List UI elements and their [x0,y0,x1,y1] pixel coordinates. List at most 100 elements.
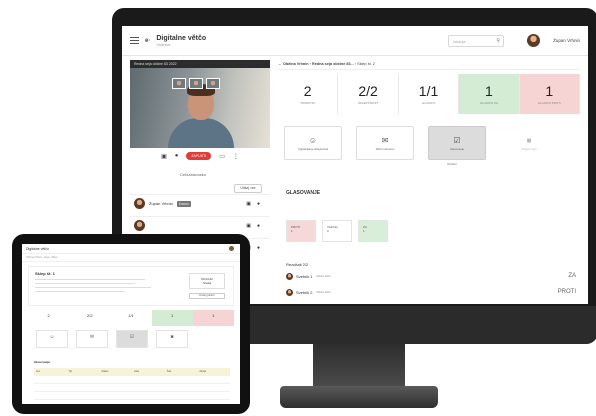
camera-mic-icons[interactable]: ▣● [246,223,266,229]
table-header-cell: Akcija [199,370,207,373]
participant-name: Župan Vrhnin [149,201,173,206]
tablet-app-title: Digitalne větčo [26,246,49,251]
tablet-voting-title: Glasovanje [34,360,51,364]
mute-all-button[interactable]: Utišaj vse [234,184,262,193]
hamburger-icon[interactable] [130,37,139,44]
stat-label: Glasovi ZA [480,101,498,105]
stat-label: Sklepčnost [358,101,379,105]
stat-value: 1/1 [418,83,439,99]
mic-icon[interactable]: ● [175,153,179,159]
monitor-neck [313,344,405,386]
quorum-check-button[interactable]: ☺ Ugotavljanje sklepčnosti [284,126,342,160]
tablet-user-avatar[interactable] [229,246,234,251]
breadcrumb-current: Sklep št. 2 [357,62,375,66]
table-row[interactable] [34,392,230,400]
vote-result-row: Svetnik 2 Redni član PROTI [286,286,576,298]
tablet-resolution-card: Sklep št. 1 09.04.22 Sreda Dodaj gradivo [28,266,234,306]
table-header-cell: Ime [36,370,41,373]
camera-icon[interactable]: ▣ [161,153,167,160]
video-title: Redna seja občine 83 2022 [130,60,270,68]
chat-icon: ✉ [89,334,95,340]
search-icon[interactable]: ⚲ [496,38,500,44]
user-avatar[interactable] [527,34,540,47]
screen-share-icon[interactable]: ▭ [219,153,225,160]
tablet-date-box: 09.04.22 Sreda [189,273,225,289]
tablet-add-material-button[interactable]: Dodaj gradivo [189,293,225,299]
action-label: Glasovanje [450,146,464,151]
breadcrumb-item[interactable]: Občina Vrhnin [283,62,309,66]
tablet-stat: 1 [192,310,235,326]
participant-avatar [134,198,145,209]
participant-row[interactable]: ▣● [130,216,270,234]
table-header-cell: Tip [68,370,73,373]
app-logo: e· [145,37,151,44]
start-discussion-button[interactable]: ✉ Začni razpravo [356,126,414,160]
video-call-panel: Redna seja občine 83 2022 [130,60,270,148]
stat-label: Glasovi PROTI [537,101,561,105]
voter-avatar [286,272,293,280]
person-icon: ☺ [49,334,55,340]
breadcrumb: ← Občina Vrhnin › Redna seja občine 83..… [278,60,580,70]
tablet-breadcrumb[interactable]: Občina Vrhnin › Seja › Sklep [22,254,240,262]
tablet-date-sub: Sreda [202,281,211,285]
results-heading: Rezultati 2/2 [286,262,309,267]
text-line [35,291,125,292]
end-call-button[interactable]: ZAPUSTI [186,152,212,160]
stat-present: 2 Prisotni [278,74,339,114]
tablet-card-title: Sklep št. 1 [35,271,55,276]
ballot-icon: ☑ [129,334,135,340]
table-row[interactable] [34,376,230,384]
stat-votes-against: 1 Glasovi PROTI [519,74,581,114]
chat-icon: ✉ [381,135,389,145]
text-line [35,283,135,284]
tablet-stat: 2/2 [87,313,93,318]
vote-value: ZA [568,273,576,279]
voter-name: Svetnik 2 [296,289,313,295]
tablet-stats-bar: 2 2/2 1/1 1 1 [28,310,235,326]
participant-thumbnail[interactable] [206,78,220,89]
action-buttons: ☺ Ugotavljanje sklepčnosti ✉ Začni razpr… [278,126,580,178]
table-row[interactable] [34,384,230,392]
vote-result-row: Svetnik 1 Redni član ZA [286,270,576,282]
breadcrumb-item[interactable]: Redna seja občine 83... [312,62,354,66]
participant-thumbnail[interactable] [172,78,186,89]
tablet-stat: 1 [151,310,193,326]
app-subtitle-text: Vodnice [156,41,171,47]
person-icon: ☺ [308,135,318,145]
vote-count: 1 [363,229,365,233]
stat-label: Glasovi [421,101,436,105]
stop-icon: ■ [170,334,174,340]
table-header-cell: Glas [134,370,140,373]
fullscreen-link[interactable]: Celozaslonsko [180,172,206,177]
voter-avatar [286,288,293,296]
stat-votes: 1/1 Glasovi [399,74,460,114]
text-line [35,287,151,288]
interrupt-link[interactable]: Prekini [422,162,482,166]
vote-count: 1 [291,229,293,233]
tablet-discussion-button[interactable]: ✉ [76,330,108,348]
stat-label: Prisotni [300,101,315,105]
action-label: Začni razpravo [375,146,395,151]
voting-button[interactable]: ☑ Glasovanje [428,126,486,160]
text-line [35,279,145,280]
participant-row[interactable]: Župan Vrhnin ŽUPAN ▣● [130,194,270,212]
end-session-button[interactable]: ■ Zaključi sejo [500,126,558,160]
vote-abstain-box: Vzdržan 0 [322,220,352,242]
participant-avatar [134,220,145,231]
stat-value: 1 [485,83,493,99]
app-title-text: Digitalne větčo [156,34,207,42]
more-icon[interactable]: ⋮ [233,153,239,160]
voting-section-title: GLASOVANJE [286,190,321,196]
camera-mic-icons[interactable]: ▣● [246,201,266,207]
tablet-quorum-button[interactable]: ☺ [36,330,68,348]
voter-name: Svetnik 1 [296,273,313,279]
stat-votes-for: 1 Glasovi ZA [459,74,520,114]
ballot-icon: ☑ [453,135,461,145]
tablet-screen: Digitalne větčo Občina Vrhnin › Seja › S… [22,244,240,404]
tablet-voting-button[interactable]: ☑ [116,330,148,348]
action-label: Ugotavljanje sklepčnosti [297,146,328,151]
participant-thumbnail[interactable] [189,78,203,89]
tablet-end-button[interactable]: ■ [156,330,188,348]
user-name[interactable]: Župan Vrhnin [553,38,580,43]
table-header-row: Ime Tip Status Glas Čas Akcija [34,368,230,376]
